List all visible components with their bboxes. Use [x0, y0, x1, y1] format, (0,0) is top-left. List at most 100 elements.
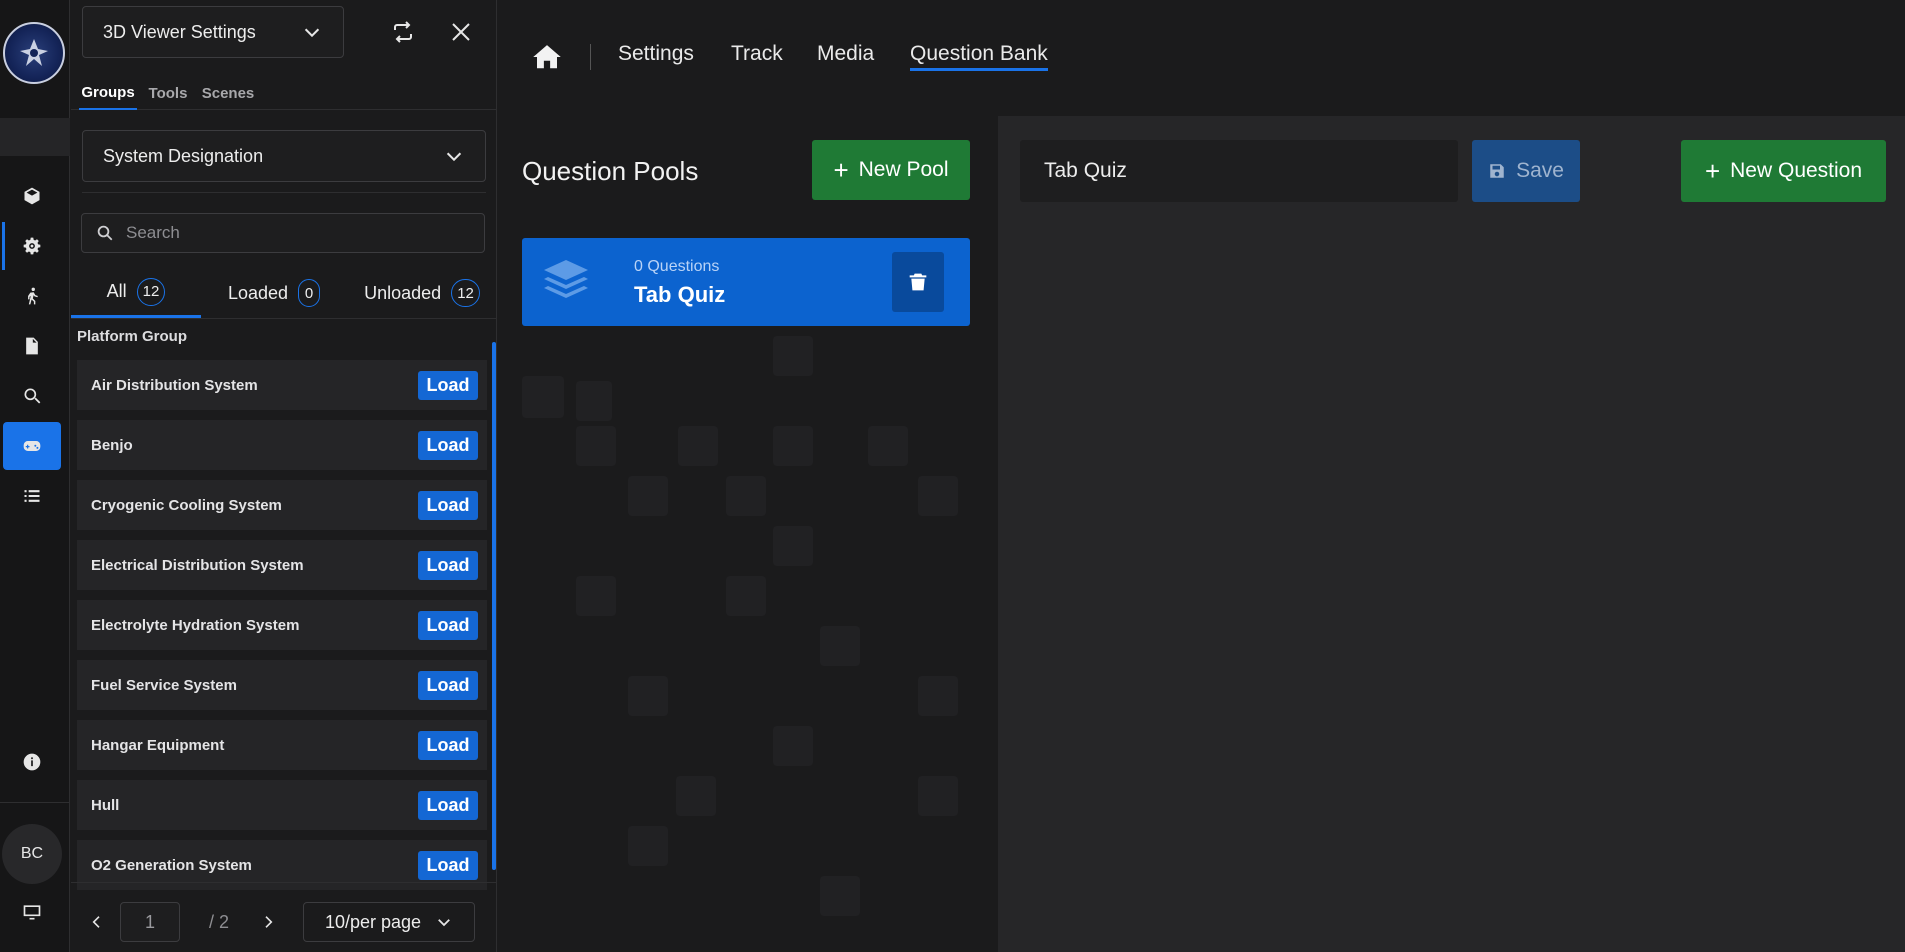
tab-scenes[interactable]: Scenes — [199, 76, 257, 110]
background-tile — [773, 726, 813, 766]
rail-search-button[interactable] — [3, 372, 61, 420]
load-button[interactable]: Load — [418, 790, 478, 820]
list-icon — [24, 490, 40, 502]
refresh-button[interactable] — [387, 16, 419, 48]
page-total: / 2 — [209, 912, 230, 932]
background-tile — [726, 476, 766, 516]
search-box — [81, 213, 485, 253]
save-button[interactable]: Save — [1472, 140, 1580, 202]
pagination: / 2 10/per page — [71, 882, 497, 952]
new-pool-label: New Pool — [858, 158, 949, 181]
list-item-label: Air Distribution System — [91, 376, 258, 394]
per-page-select[interactable]: 10/per page — [303, 902, 475, 942]
filter-unloaded-count: 12 — [451, 279, 480, 307]
home-button[interactable] — [532, 42, 562, 72]
filter-all[interactable]: All 12 — [71, 268, 201, 318]
list-item-label: O2 Generation System — [91, 856, 252, 874]
tab-groups[interactable]: Groups — [79, 76, 137, 110]
list-item[interactable]: Benjo Load — [77, 420, 487, 470]
new-question-label: New Question — [1730, 159, 1863, 182]
nav-question-bank[interactable]: Question Bank — [910, 42, 1048, 71]
new-pool-button[interactable]: + New Pool — [812, 140, 970, 200]
filter-loaded[interactable]: Loaded 0 — [207, 268, 341, 318]
nav-separator — [590, 44, 591, 70]
list-item-label: Cryogenic Cooling System — [91, 496, 282, 514]
next-page-button[interactable] — [256, 910, 280, 934]
background-tile — [576, 381, 612, 421]
close-panel-button[interactable] — [445, 16, 477, 48]
list-item[interactable]: Air Distribution System Load — [77, 360, 487, 410]
background-tile — [820, 626, 860, 666]
tab-tools[interactable]: Tools — [145, 76, 191, 110]
prev-page-button[interactable] — [85, 910, 109, 934]
pool-editor-area: Tab Quiz Save + New Question — [998, 116, 1905, 952]
icon-rail: BC — [0, 0, 70, 952]
divider — [71, 318, 497, 319]
filter-loaded-label: Loaded — [227, 282, 289, 303]
nav-settings[interactable]: Settings — [618, 42, 694, 66]
rail-models-button[interactable] — [3, 172, 61, 220]
load-button[interactable]: Load — [418, 670, 478, 700]
search-input[interactable] — [126, 223, 466, 243]
rail-walkthrough-button[interactable] — [3, 272, 61, 320]
system-designation-select[interactable]: System Designation — [82, 130, 486, 182]
load-button[interactable]: Load — [418, 430, 478, 460]
sync-icon — [394, 21, 412, 43]
load-button[interactable]: Load — [418, 490, 478, 520]
chevron-down-icon — [438, 919, 450, 927]
background-tile — [678, 426, 718, 466]
load-button[interactable]: Load — [418, 370, 478, 400]
list-item[interactable]: Fuel Service System Load — [77, 660, 487, 710]
app-logo[interactable] — [3, 22, 65, 84]
plus-icon: + — [1704, 156, 1721, 186]
list-item[interactable]: Hull Load — [77, 780, 487, 830]
list-item-label: Electrical Distribution System — [91, 556, 304, 574]
new-question-button[interactable]: + New Question — [1681, 140, 1886, 202]
rail-info-button[interactable] — [3, 738, 61, 786]
panel-tabs: Groups Tools Scenes — [71, 76, 497, 110]
viewer-settings-label: 3D Viewer Settings — [103, 21, 256, 42]
rail-games-button[interactable] — [3, 422, 61, 470]
rail-documents-button[interactable] — [3, 322, 61, 370]
list-item-label: Hull — [91, 796, 120, 814]
background-tile — [522, 376, 564, 418]
rail-display-button[interactable] — [3, 888, 61, 936]
home-icon — [533, 45, 561, 69]
scrollbar[interactable] — [492, 342, 496, 870]
pool-name: Tab Quiz — [634, 282, 726, 307]
avatar[interactable]: BC — [2, 824, 62, 884]
background-tile — [918, 776, 958, 816]
load-button[interactable]: Load — [418, 550, 478, 580]
nav-track[interactable]: Track — [731, 42, 783, 66]
list-item[interactable]: Cryogenic Cooling System Load — [77, 480, 487, 530]
list-item-label: Hangar Equipment — [91, 736, 225, 754]
page-input[interactable] — [120, 902, 180, 942]
list-item-label: Electrolyte Hydration System — [91, 616, 300, 634]
question-pools-area: Question Pools + New Pool 0 Questions Ta… — [498, 116, 998, 952]
save-icon — [1490, 164, 1504, 178]
pool-card[interactable]: 0 Questions Tab Quiz — [522, 238, 970, 326]
gear-icon — [23, 237, 41, 255]
list-item[interactable]: Hangar Equipment Load — [77, 720, 487, 770]
rail-settings-button[interactable] — [3, 222, 61, 270]
search-icon — [24, 388, 41, 404]
system-designation-label: System Designation — [103, 145, 264, 166]
list-item[interactable]: Electrolyte Hydration System Load — [77, 600, 487, 650]
delete-pool-button[interactable] — [892, 252, 944, 312]
rail-divider — [0, 802, 70, 803]
nav-media[interactable]: Media — [817, 42, 874, 66]
rail-list-button[interactable] — [3, 472, 61, 520]
filter-unloaded[interactable]: Unloaded 12 — [347, 268, 497, 318]
load-button[interactable]: Load — [418, 850, 478, 880]
load-button[interactable]: Load — [418, 610, 478, 640]
info-icon — [23, 753, 41, 771]
load-button[interactable]: Load — [418, 730, 478, 760]
monitor-icon — [23, 905, 41, 920]
list-item[interactable]: Electrical Distribution System Load — [77, 540, 487, 590]
background-tile — [868, 426, 908, 466]
pool-question-count: 0 Questions — [634, 258, 720, 275]
chevron-down-icon — [304, 28, 320, 38]
viewer-settings-select[interactable]: 3D Viewer Settings — [82, 6, 344, 58]
pool-name-input[interactable]: Tab Quiz — [1020, 140, 1458, 202]
groups-panel: 3D Viewer Settings Groups Tools Scenes S… — [71, 0, 497, 952]
